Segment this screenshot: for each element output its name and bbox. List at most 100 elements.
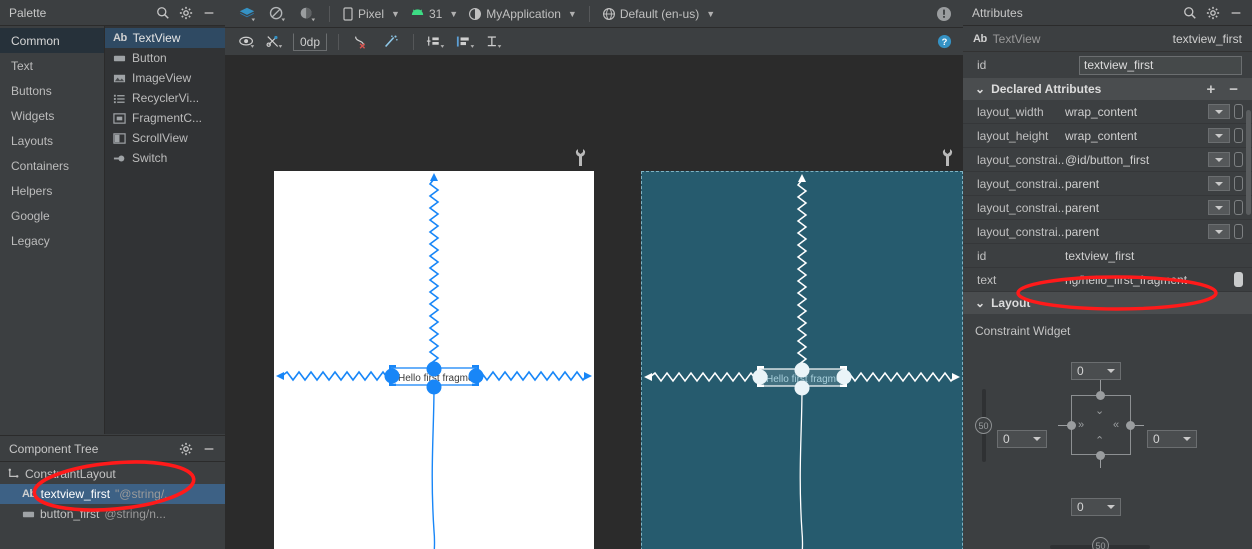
- id-label: id: [977, 58, 987, 72]
- attribute-value[interactable]: ng/hello_first_fragment: [1065, 273, 1234, 287]
- margin-bottom-field[interactable]: 0: [1071, 498, 1121, 516]
- attribute-value[interactable]: wrap_content: [1065, 105, 1208, 119]
- palette-group-legacy[interactable]: Legacy: [0, 228, 104, 253]
- minimize-icon[interactable]: [202, 442, 216, 456]
- attribute-row-layout-width[interactable]: layout_width wrap_content: [963, 100, 1252, 124]
- constraints-toolbar: 0dp ?: [225, 28, 963, 56]
- device-selector[interactable]: Pixel ▼: [337, 4, 405, 24]
- clear-constraints-icon[interactable]: [346, 34, 376, 50]
- attribute-value[interactable]: parent: [1065, 225, 1208, 239]
- design-preview[interactable]: Hello first fragment NEXT: [274, 171, 594, 549]
- id-input[interactable]: textview_first: [1079, 55, 1242, 75]
- textview-icon: Ab: [113, 32, 127, 44]
- remove-attribute-button[interactable]: −: [1225, 82, 1242, 97]
- palette-group-google[interactable]: Google: [0, 203, 104, 228]
- attribute-value[interactable]: parent: [1065, 177, 1208, 191]
- tree-node-textview-first[interactable]: Ab textview_first "@string/...: [0, 484, 225, 504]
- api-selector[interactable]: 31 ▼: [405, 4, 463, 24]
- attribute-row-constraint-3[interactable]: layout_constrai... parent: [963, 196, 1252, 220]
- palette-item-textview[interactable]: Ab TextView: [105, 28, 225, 48]
- attribute-key: text: [977, 272, 997, 287]
- minimize-icon[interactable]: [202, 6, 216, 20]
- palette-group-text[interactable]: Text: [0, 53, 104, 78]
- declared-attributes-title: Declared Attributes: [991, 82, 1102, 96]
- attribute-value[interactable]: wrap_content: [1065, 129, 1208, 143]
- add-attribute-button[interactable]: +: [1202, 82, 1219, 97]
- margin-top-field[interactable]: 0: [1071, 362, 1121, 380]
- constraint-widget[interactable]: 0 0 0 0 ⌄ ⌃ » « 50 50: [963, 338, 1252, 549]
- theme-selector[interactable]: MyApplication ▼: [463, 4, 582, 24]
- search-icon[interactable]: [1183, 6, 1197, 20]
- palette-item-imageview[interactable]: ImageView: [105, 68, 225, 88]
- gear-icon[interactable]: [1206, 6, 1220, 20]
- attribute-value[interactable]: textview_first: [1065, 249, 1252, 263]
- palette-item-switch[interactable]: Switch: [105, 148, 225, 168]
- locale-selector[interactable]: Default (en-us) ▼: [597, 4, 720, 24]
- warning-icon[interactable]: [936, 6, 952, 22]
- attribute-row-layout-height[interactable]: layout_height wrap_content: [963, 124, 1252, 148]
- attribute-row-id[interactable]: id textview_first: [963, 244, 1252, 268]
- attribute-row-constraint-2[interactable]: layout_constrai... parent: [963, 172, 1252, 196]
- search-icon[interactable]: [156, 6, 170, 20]
- palette-group-helpers[interactable]: Helpers: [0, 178, 104, 203]
- palette-group-widgets[interactable]: Widgets: [0, 103, 104, 128]
- palette-item-recyclerview[interactable]: RecyclerVi...: [105, 88, 225, 108]
- dropdown-button[interactable]: [1208, 176, 1230, 191]
- magic-wand-icon[interactable]: [376, 34, 406, 50]
- chevron-down-icon: ▼: [449, 8, 459, 19]
- align-icon[interactable]: [451, 34, 481, 50]
- resource-picker-button[interactable]: [1234, 152, 1243, 167]
- dropdown-button[interactable]: [1208, 224, 1230, 239]
- attribute-row-constraint-4[interactable]: layout_constrai... parent: [963, 220, 1252, 244]
- resource-picker-button[interactable]: [1234, 200, 1243, 215]
- blueprint-preview[interactable]: Hello first fragment NEXT: [641, 171, 963, 549]
- palette-item-button[interactable]: Button: [105, 48, 225, 68]
- design-surface-area[interactable]: Hello first fragment NEXT: [225, 56, 963, 549]
- attribute-row-constraint-1[interactable]: layout_constrai... @id/button_first: [963, 148, 1252, 172]
- palette-group-layouts[interactable]: Layouts: [0, 128, 104, 153]
- horizontal-bias-knob[interactable]: 50: [1092, 537, 1109, 549]
- layout-section-header[interactable]: ⌄ Layout: [963, 292, 1252, 314]
- tree-node-button-first[interactable]: button_first @string/n...: [0, 504, 225, 524]
- constraint-anchor-top[interactable]: [1096, 391, 1105, 400]
- resource-picker-button[interactable]: [1234, 224, 1243, 239]
- hide-constraints-icon[interactable]: [261, 34, 289, 50]
- dropdown-button[interactable]: [1208, 104, 1230, 119]
- margin-left-field[interactable]: 0: [997, 430, 1047, 448]
- palette-group-containers[interactable]: Containers: [0, 153, 104, 178]
- resource-picker-button[interactable]: [1234, 104, 1243, 119]
- palette-group-common[interactable]: Common: [0, 28, 104, 53]
- vertical-bias-knob[interactable]: 50: [975, 417, 992, 434]
- dropdown-button[interactable]: [1208, 200, 1230, 215]
- blueprint-icon[interactable]: [262, 5, 292, 23]
- attribute-value[interactable]: parent: [1065, 201, 1208, 215]
- attribute-row-text[interactable]: text ng/hello_first_fragment: [963, 268, 1252, 292]
- pack-icon[interactable]: [421, 34, 451, 50]
- layers-icon[interactable]: [232, 5, 262, 23]
- switch-icon: [113, 152, 126, 165]
- resource-picker-button[interactable]: [1234, 128, 1243, 143]
- declared-attributes-header[interactable]: ⌄ Declared Attributes + −: [963, 78, 1252, 100]
- gear-icon[interactable]: [179, 6, 193, 20]
- guidelines-icon[interactable]: [481, 34, 509, 50]
- resource-picker-button[interactable]: [1234, 272, 1243, 287]
- palette-group-buttons[interactable]: Buttons: [0, 78, 104, 103]
- minimize-icon[interactable]: [1229, 6, 1243, 20]
- tree-node-constraintlayout[interactable]: ConstraintLayout: [0, 464, 225, 484]
- dropdown-button[interactable]: [1208, 152, 1230, 167]
- eye-icon[interactable]: [233, 34, 261, 50]
- default-margin-value[interactable]: 0dp: [293, 32, 328, 51]
- palette-item-fragmentcontainer[interactable]: FragmentC...: [105, 108, 225, 128]
- help-icon[interactable]: ?: [937, 34, 952, 49]
- wrench-icon[interactable]: [574, 149, 587, 169]
- attribute-value[interactable]: @id/button_first: [1065, 153, 1208, 167]
- dropdown-button[interactable]: [1208, 128, 1230, 143]
- attributes-scrollbar[interactable]: [1246, 110, 1251, 215]
- margin-right-field[interactable]: 0: [1147, 430, 1197, 448]
- gear-icon[interactable]: [179, 442, 193, 456]
- attribute-key: id: [977, 248, 987, 263]
- resource-picker-button[interactable]: [1234, 176, 1243, 191]
- theme-icon[interactable]: [292, 5, 322, 23]
- palette-item-scrollview[interactable]: ScrollView: [105, 128, 225, 148]
- wrench-icon[interactable]: [941, 149, 954, 169]
